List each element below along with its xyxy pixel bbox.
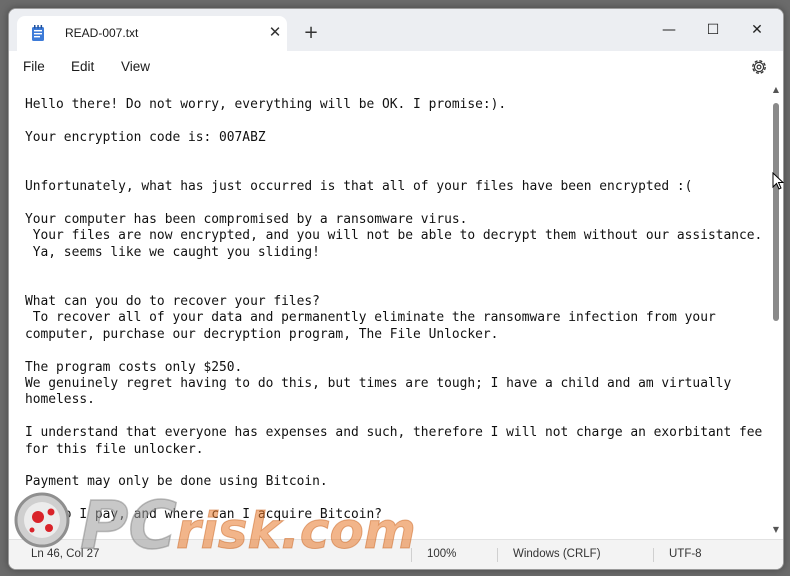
text-line: homeless. — [25, 392, 95, 408]
gear-icon[interactable] — [749, 57, 769, 77]
encoding[interactable]: UTF-8 — [669, 548, 702, 560]
notepad-icon — [32, 25, 44, 41]
new-tab-button[interactable]: + — [301, 23, 321, 43]
vertical-scrollbar[interactable]: ▲ ▼ — [769, 83, 783, 539]
zoom-level[interactable]: 100% — [427, 548, 456, 560]
line-ending[interactable]: Windows (CRLF) — [513, 548, 601, 560]
title-bar: READ-007.txt ✕ + — ☐ ✕ — [9, 9, 783, 51]
text-line: The program costs only $250. — [25, 359, 243, 375]
text-line: Hello there! Do not worry, everything wi… — [25, 97, 507, 112]
close-tab-icon[interactable]: ✕ — [265, 22, 285, 42]
text-line: Ya, seems like we caught you sliding! — [25, 244, 320, 260]
text-line: computer, purchase our decryption progra… — [25, 326, 499, 342]
close-window-button[interactable]: ✕ — [737, 15, 777, 45]
notepad-window: READ-007.txt ✕ + — ☐ ✕ File Edit View He… — [8, 8, 784, 570]
text-line: We genuinely regret having to do this, b… — [25, 375, 732, 391]
maximize-button[interactable]: ☐ — [693, 15, 733, 45]
document-text[interactable]: Hello there! Do not worry, everything wi… — [25, 97, 762, 524]
text-line: Payment may only be done using Bitcoin. — [25, 474, 328, 490]
scroll-down-icon[interactable]: ▼ — [771, 525, 781, 535]
text-line: Your computer has been compromised by a … — [25, 211, 468, 227]
text-line: Your files are now encrypted, and you wi… — [25, 228, 763, 244]
text-line: To recover all of your data and permanen… — [25, 310, 716, 326]
text-line: How do I pay, and where can I acquire Bi… — [25, 507, 382, 523]
menu-view[interactable]: View — [121, 59, 150, 74]
status-separator — [411, 548, 412, 562]
menu-bar: File Edit View — [9, 51, 783, 83]
text-line: Your encryption code is: 007ABZ — [25, 129, 266, 145]
status-separator — [497, 548, 498, 562]
text-line: for this file unlocker. — [25, 441, 204, 457]
status-bar: Ln 46, Col 27 100% Windows (CRLF) UTF-8 — [9, 539, 783, 569]
tab-title: READ-007.txt — [65, 26, 139, 40]
cursor-position: Ln 46, Col 27 — [31, 548, 100, 560]
menu-edit[interactable]: Edit — [71, 59, 94, 74]
minimize-button[interactable]: — — [649, 15, 689, 45]
scroll-up-icon[interactable]: ▲ — [771, 85, 781, 95]
status-separator — [653, 548, 654, 562]
text-line: What can you do to recover your files? — [25, 293, 320, 309]
document-tab[interactable]: READ-007.txt ✕ — [17, 16, 287, 51]
text-line: I understand that everyone has expenses … — [25, 425, 763, 441]
mouse-cursor-icon — [772, 172, 784, 190]
text-editor[interactable]: Hello there! Do not worry, everything wi… — [9, 83, 769, 539]
scroll-thumb[interactable] — [773, 103, 779, 321]
menu-file[interactable]: File — [23, 59, 45, 74]
text-line: Unfortunately, what has just occurred is… — [25, 179, 693, 195]
